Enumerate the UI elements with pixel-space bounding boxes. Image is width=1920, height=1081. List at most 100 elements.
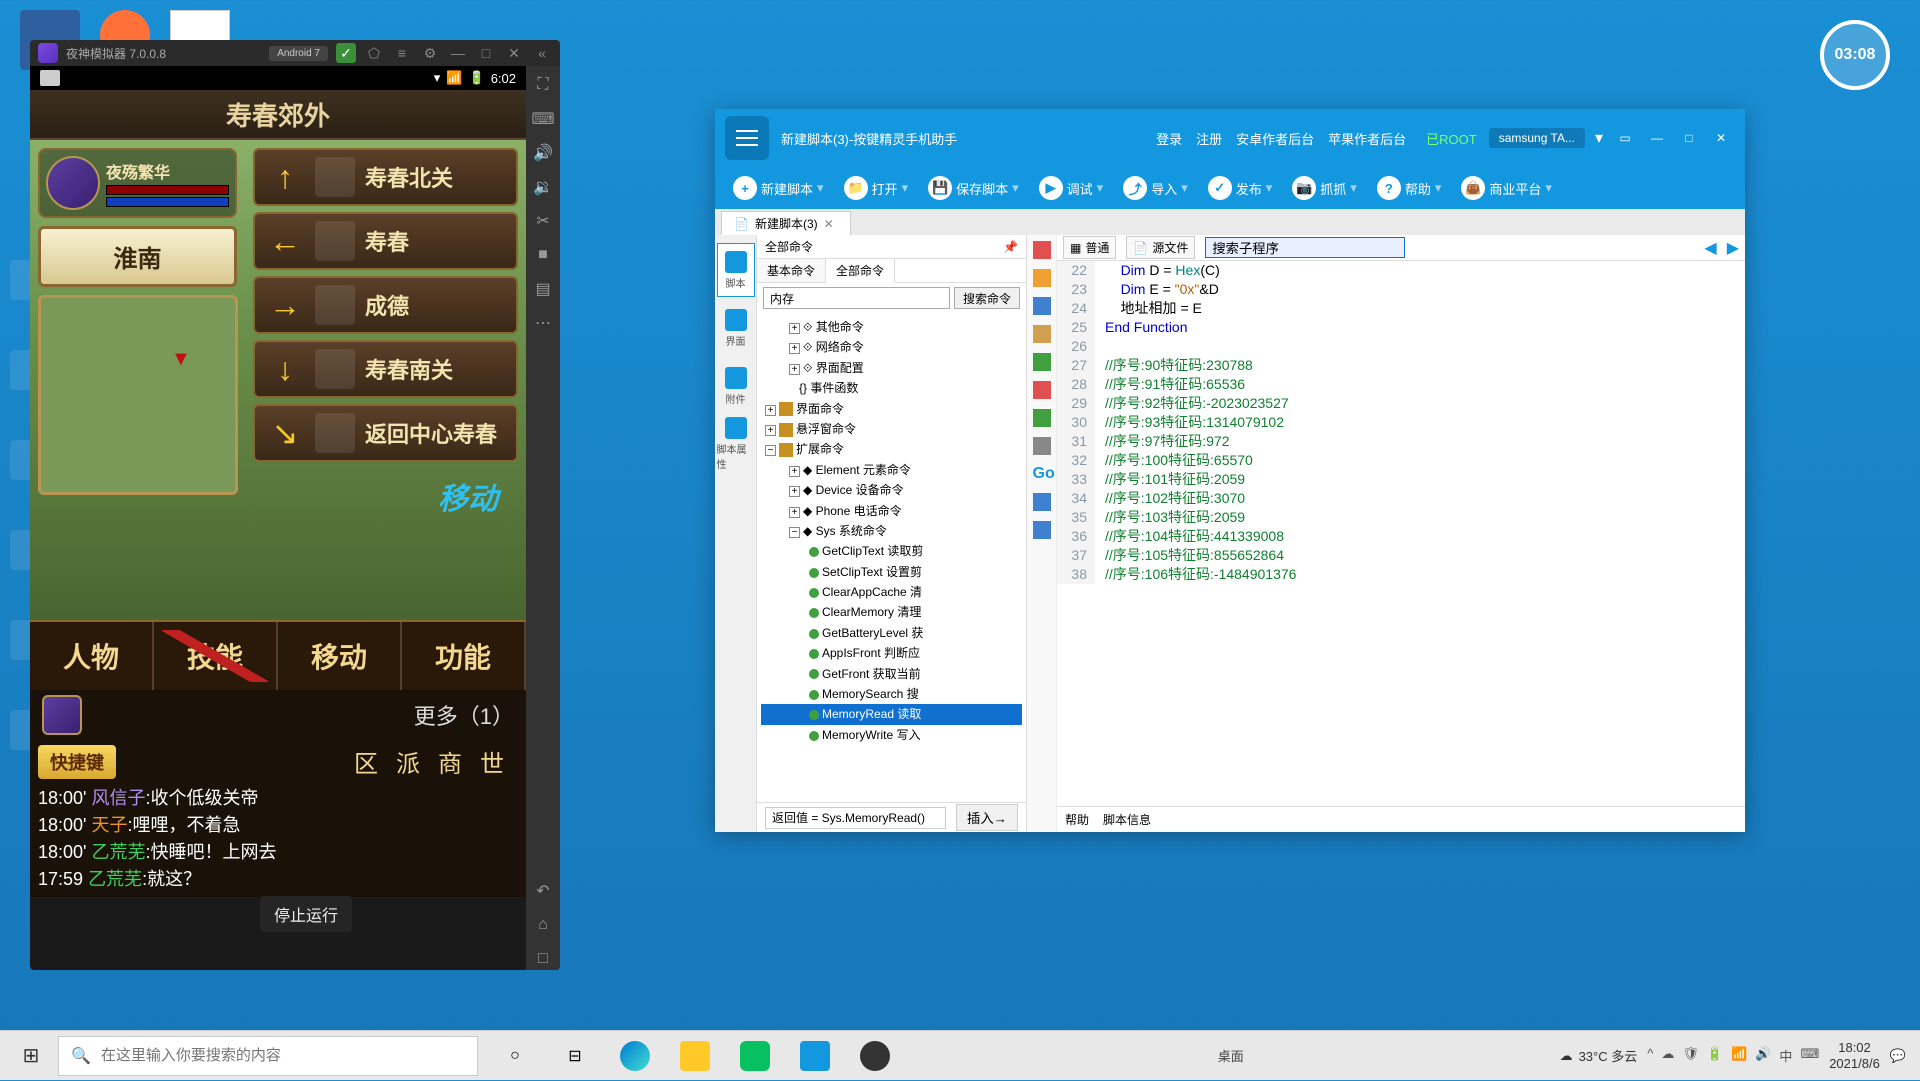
- tab-close-button[interactable]: ✕: [824, 217, 838, 231]
- tray-volume-icon[interactable]: 🔊: [1755, 1046, 1771, 1065]
- nav-界面[interactable]: 界面: [717, 301, 755, 355]
- comment-icon[interactable]: [1033, 353, 1051, 371]
- code-editor[interactable]: 22 Dim D = Hex(C)23 Dim E = "0x"&D24 地址相…: [1057, 261, 1745, 806]
- go-icon[interactable]: Go: [1033, 465, 1051, 483]
- file-tab[interactable]: 📄 新建脚本(3) ✕: [721, 211, 851, 235]
- toolbar-发布[interactable]: ✓发布 ▾: [1200, 172, 1281, 204]
- wechat-app[interactable]: [728, 1031, 782, 1081]
- more-tools-icon[interactable]: ⋯: [532, 312, 554, 334]
- explorer-app[interactable]: [668, 1031, 722, 1081]
- toolbar-导入[interactable]: ⤴导入 ▾: [1115, 172, 1196, 204]
- editor-close-button[interactable]: ✕: [1707, 127, 1735, 149]
- editor-btn-1[interactable]: ▭: [1611, 127, 1639, 149]
- recent-icon[interactable]: □: [532, 948, 554, 970]
- minimap[interactable]: [38, 295, 238, 495]
- nox-menu-button[interactable]: ≡: [392, 43, 412, 63]
- volume-up-icon[interactable]: 🔊: [532, 142, 554, 164]
- delete-icon[interactable]: [1033, 241, 1051, 259]
- return-value-input[interactable]: [765, 807, 946, 829]
- uncomment-icon[interactable]: [1033, 381, 1051, 399]
- tray-ime-icon[interactable]: 中: [1779, 1046, 1792, 1065]
- tray-wifi-icon[interactable]: 📶: [1731, 1046, 1747, 1065]
- bottom-tab-info[interactable]: 脚本信息: [1103, 811, 1151, 828]
- taskbar-search[interactable]: 🔍: [58, 1036, 478, 1076]
- nav-附件[interactable]: 附件: [717, 359, 755, 413]
- tree-cmd-item[interactable]: MemoryRead 读取: [761, 704, 1022, 724]
- header-link[interactable]: 安卓作者后台: [1236, 129, 1314, 148]
- nox-pin-button[interactable]: ⬠: [364, 43, 384, 63]
- chat-channel-tab[interactable]: 区: [354, 744, 378, 779]
- game-tab[interactable]: 功能: [402, 622, 526, 690]
- editor-titlebar[interactable]: 新建脚本(3)-按键精灵手机助手 登录注册安卓作者后台苹果作者后台 已ROOT …: [715, 109, 1745, 167]
- nox-titlebar[interactable]: 夜神模拟器 7.0.0.8 Android 7 ✓ ⬠ ≡ ⚙ — □ ✕ «: [30, 40, 560, 66]
- multi-instance-icon[interactable]: ▤: [532, 278, 554, 300]
- tree-cmd-item[interactable]: GetBatteryLevel 获: [761, 623, 1022, 643]
- nav-next-icon[interactable]: ▶: [1727, 238, 1739, 258]
- script-editor-app[interactable]: [788, 1031, 842, 1081]
- taskbar-clock[interactable]: 18:02 2021/8/6: [1829, 1040, 1880, 1071]
- tree-cmd-item[interactable]: GetClipText 读取剪: [761, 541, 1022, 561]
- home-icon[interactable]: ⌂: [532, 914, 554, 936]
- weather-widget[interactable]: ☁ 33°C 多云: [1560, 1046, 1638, 1065]
- game-tab[interactable]: 人物: [30, 622, 154, 690]
- toolbar-打开[interactable]: 📁打开 ▾: [836, 172, 917, 204]
- device-selector[interactable]: samsung TA...: [1489, 128, 1585, 148]
- tree-cmd-item[interactable]: MemorySearch 搜: [761, 684, 1022, 704]
- volume-down-icon[interactable]: 🔉: [532, 176, 554, 198]
- bottom-tab-help[interactable]: 帮助: [1065, 811, 1089, 828]
- location-label[interactable]: 淮南: [38, 226, 237, 287]
- destination-item[interactable]: →成德: [253, 276, 518, 334]
- toolbar-新建脚本[interactable]: +新建脚本 ▾: [725, 172, 832, 204]
- nox-settings-button[interactable]: ⚙: [420, 43, 440, 63]
- nox-close-button[interactable]: ✕: [504, 43, 524, 63]
- task-view-button[interactable]: ⊟: [548, 1031, 602, 1081]
- view-source-button[interactable]: 📄 源文件: [1126, 236, 1195, 259]
- taskbar-search-input[interactable]: [101, 1047, 465, 1064]
- nox-maximize-button[interactable]: □: [476, 43, 496, 63]
- copy-icon[interactable]: [1033, 325, 1051, 343]
- cmd-tab-basic[interactable]: 基本命令: [757, 259, 826, 282]
- header-link[interactable]: 注册: [1196, 129, 1222, 148]
- fullscreen-icon[interactable]: ⛶: [532, 74, 554, 96]
- chat-channel-tab[interactable]: 派: [396, 744, 420, 779]
- tree-cmd-item[interactable]: SetClipText 设置剪: [761, 562, 1022, 582]
- tree-cmd-item[interactable]: GetFront 获取当前: [761, 664, 1022, 684]
- find-icon[interactable]: [1033, 493, 1051, 511]
- nox-play-button[interactable]: ✓: [336, 43, 356, 63]
- tray-keyboard-icon[interactable]: ⌨: [1800, 1046, 1819, 1065]
- editor-maximize-button[interactable]: □: [1675, 127, 1703, 149]
- nox-collapse-button[interactable]: «: [532, 43, 552, 63]
- chat-channel-tab[interactable]: 世: [480, 744, 504, 779]
- keyboard-icon[interactable]: ⌨: [532, 108, 554, 130]
- redo-icon[interactable]: [1033, 437, 1051, 455]
- nav-脚本[interactable]: 脚本: [717, 243, 755, 297]
- hand-icon[interactable]: [1033, 269, 1051, 287]
- search-command-button[interactable]: 搜索命令: [954, 287, 1020, 309]
- nox-app[interactable]: [848, 1031, 902, 1081]
- replace-icon[interactable]: [1033, 521, 1051, 539]
- command-search-input[interactable]: [763, 287, 950, 309]
- scissors-icon[interactable]: ✂: [532, 210, 554, 232]
- game-tab[interactable]: 技能: [154, 622, 278, 690]
- start-button[interactable]: ⊞: [4, 1031, 58, 1081]
- cmd-tab-all[interactable]: 全部命令: [826, 259, 895, 283]
- header-link[interactable]: 苹果作者后台: [1328, 129, 1406, 148]
- record-icon[interactable]: ■: [532, 244, 554, 266]
- hamburger-button[interactable]: [725, 116, 769, 160]
- command-tree[interactable]: +⟐ 其他命令 +⟐ 网络命令 +⟐ 界面配置 {} 事件函数 +界面命令 +悬…: [757, 313, 1026, 802]
- game-tab[interactable]: 移动: [278, 622, 402, 690]
- back-icon[interactable]: ↶: [532, 880, 554, 902]
- tree-cmd-item[interactable]: ClearMemory 清理: [761, 602, 1022, 622]
- edge-app[interactable]: [608, 1031, 662, 1081]
- nav-prev-icon[interactable]: ◀: [1704, 238, 1716, 258]
- tree-cmd-item[interactable]: AppIsFront 判断应: [761, 643, 1022, 663]
- toolbar-抓抓[interactable]: 📷抓抓 ▾: [1284, 172, 1365, 204]
- chat-channel-tab[interactable]: 商: [438, 744, 462, 779]
- subroutine-search-input[interactable]: [1205, 237, 1405, 258]
- insert-button[interactable]: 插入→: [956, 804, 1018, 831]
- tray-security-icon[interactable]: 🛡: [1682, 1046, 1699, 1065]
- tray-battery-icon[interactable]: 🔋: [1707, 1046, 1723, 1065]
- more-bar[interactable]: 更多（1）: [30, 690, 526, 740]
- destination-item[interactable]: ↘返回中心寿春: [253, 404, 518, 462]
- tree-cmd-item[interactable]: ClearAppCache 清: [761, 582, 1022, 602]
